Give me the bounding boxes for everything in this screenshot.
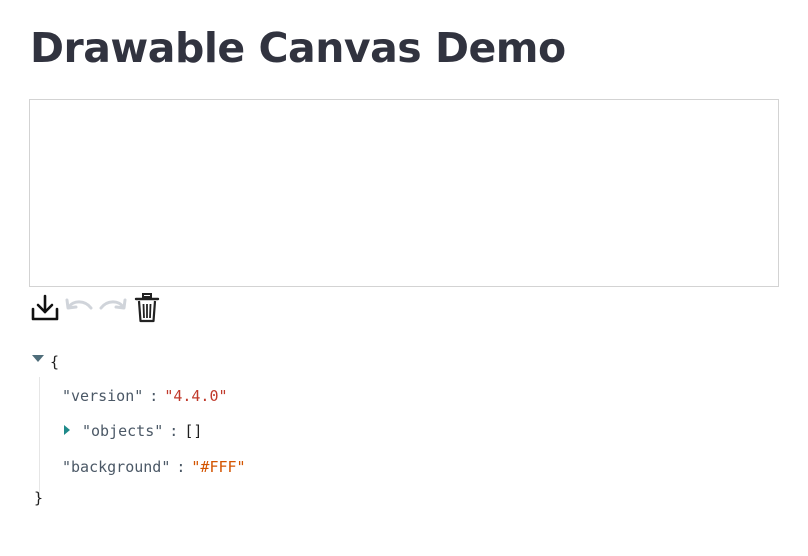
trash-icon[interactable] <box>130 291 164 325</box>
json-entry-version: "version": "4.4.0" <box>62 387 228 405</box>
undo-icon[interactable] <box>62 291 96 325</box>
download-icon[interactable] <box>28 291 62 325</box>
expand-toggle-icon[interactable] <box>64 425 70 435</box>
json-value: [] <box>184 422 203 440</box>
json-value: "#FFF" <box>191 458 246 476</box>
redo-icon[interactable] <box>96 291 130 325</box>
json-key: "version" <box>62 387 144 405</box>
json-close-brace: } <box>34 489 44 507</box>
json-key: "objects" <box>82 422 164 440</box>
json-entry-objects[interactable]: "objects":[] <box>64 421 202 441</box>
canvas-toolbar <box>28 291 164 325</box>
json-value: "4.4.0" <box>164 387 228 405</box>
collapse-toggle-icon[interactable] <box>32 355 44 362</box>
drawing-canvas[interactable] <box>29 99 779 287</box>
page-title: Drawable Canvas Demo <box>30 24 566 72</box>
json-indent-guide <box>39 377 40 499</box>
json-open-brace: { <box>50 353 60 371</box>
json-key: "background" <box>62 458 171 476</box>
json-viewer: { "version": "4.4.0" "objects":[] "backgr… <box>30 345 770 520</box>
json-entry-background: "background": "#FFF" <box>62 458 246 476</box>
